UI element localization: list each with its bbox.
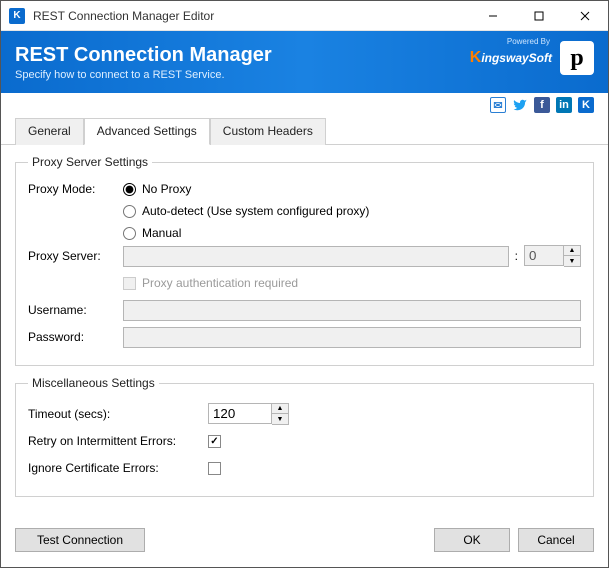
proxy-auth-label: Proxy authentication required xyxy=(142,276,298,290)
minimize-button[interactable] xyxy=(470,1,516,31)
proxy-server-input[interactable] xyxy=(123,246,509,267)
proxy-port-arrows[interactable]: ▲▼ xyxy=(564,245,581,267)
down-arrow-icon[interactable]: ▼ xyxy=(272,414,288,424)
close-button[interactable] xyxy=(562,1,608,31)
tab-strip: General Advanced Settings Custom Headers xyxy=(1,117,608,145)
password-label: Password: xyxy=(28,330,123,344)
proxy-mode-no-proxy-label: No Proxy xyxy=(142,182,191,196)
retry-checkbox[interactable] xyxy=(208,435,221,448)
proxy-mode-manual-radio[interactable] xyxy=(123,227,136,240)
proxy-mode-auto[interactable]: Auto-detect (Use system configured proxy… xyxy=(123,204,369,218)
proxy-mode-options: No Proxy Auto-detect (Use system configu… xyxy=(123,182,369,240)
proxy-settings-group: Proxy Server Settings Proxy Mode: No Pro… xyxy=(15,155,594,366)
banner-subtitle: Specify how to connect to a REST Service… xyxy=(15,69,272,81)
proxy-legend: Proxy Server Settings xyxy=(28,155,152,169)
kingswaysoft-logo: KingswaySoft xyxy=(470,49,552,67)
facebook-icon[interactable]: f xyxy=(534,97,550,113)
retry-label: Retry on Intermittent Errors: xyxy=(28,434,208,448)
proxy-mode-manual-label: Manual xyxy=(142,226,181,240)
proxy-port-separator: : xyxy=(509,249,524,263)
tab-content: Proxy Server Settings Proxy Mode: No Pro… xyxy=(1,145,608,523)
misc-legend: Miscellaneous Settings xyxy=(28,376,159,390)
window-title: REST Connection Manager Editor xyxy=(33,9,470,23)
misc-settings-group: Miscellaneous Settings Timeout (secs): ▲… xyxy=(15,376,594,497)
timeout-spinner[interactable]: ▲▼ xyxy=(208,403,289,425)
password-input[interactable] xyxy=(123,327,581,348)
up-arrow-icon[interactable]: ▲ xyxy=(564,246,580,256)
tab-custom-headers[interactable]: Custom Headers xyxy=(210,118,326,145)
cancel-button[interactable]: Cancel xyxy=(518,528,594,552)
maximize-button[interactable] xyxy=(516,1,562,31)
brand-area: KingswaySoft p xyxy=(470,41,594,75)
test-connection-button[interactable]: Test Connection xyxy=(15,528,145,552)
social-bar: ✉ f in K xyxy=(1,93,608,117)
proxy-auth-checkbox[interactable] xyxy=(123,277,136,290)
proxy-port-input[interactable] xyxy=(524,245,564,266)
proxy-mode-auto-radio[interactable] xyxy=(123,205,136,218)
down-arrow-icon[interactable]: ▼ xyxy=(564,256,580,266)
proxy-server-label: Proxy Server: xyxy=(28,249,123,263)
proxy-port-spinner[interactable]: ▲▼ xyxy=(524,245,581,267)
username-label: Username: xyxy=(28,303,123,317)
window-controls xyxy=(470,1,608,31)
tab-advanced-settings[interactable]: Advanced Settings xyxy=(84,118,210,145)
proxy-mode-label: Proxy Mode: xyxy=(28,182,123,196)
linkedin-icon[interactable]: in xyxy=(556,97,572,113)
proxy-mode-no-proxy-radio[interactable] xyxy=(123,183,136,196)
ok-button[interactable]: OK xyxy=(434,528,510,552)
ignore-cert-label: Ignore Certificate Errors: xyxy=(28,461,208,475)
app-icon: K xyxy=(9,8,25,24)
product-icon: p xyxy=(560,41,594,75)
tab-general[interactable]: General xyxy=(15,118,84,145)
dialog-footer: Test Connection OK Cancel xyxy=(1,523,608,567)
up-arrow-icon[interactable]: ▲ xyxy=(272,404,288,414)
titlebar: K REST Connection Manager Editor xyxy=(1,1,608,31)
brand-k: K xyxy=(470,49,482,66)
window-frame: K REST Connection Manager Editor REST Co… xyxy=(0,0,609,568)
brand-text: ingswaySoft xyxy=(481,51,552,65)
username-input[interactable] xyxy=(123,300,581,321)
ignore-cert-checkbox[interactable] xyxy=(208,462,221,475)
proxy-mode-auto-label: Auto-detect (Use system configured proxy… xyxy=(142,204,369,218)
proxy-mode-manual[interactable]: Manual xyxy=(123,226,369,240)
twitter-icon[interactable] xyxy=(512,97,528,113)
timeout-input[interactable] xyxy=(208,403,272,424)
timeout-arrows[interactable]: ▲▼ xyxy=(272,403,289,425)
timeout-label: Timeout (secs): xyxy=(28,407,208,421)
header-banner: REST Connection Manager Specify how to c… xyxy=(1,31,608,93)
proxy-mode-no-proxy[interactable]: No Proxy xyxy=(123,182,369,196)
banner-heading: REST Connection Manager xyxy=(15,44,272,67)
kingsway-icon[interactable]: K xyxy=(578,97,594,113)
mail-icon[interactable]: ✉ xyxy=(490,97,506,113)
